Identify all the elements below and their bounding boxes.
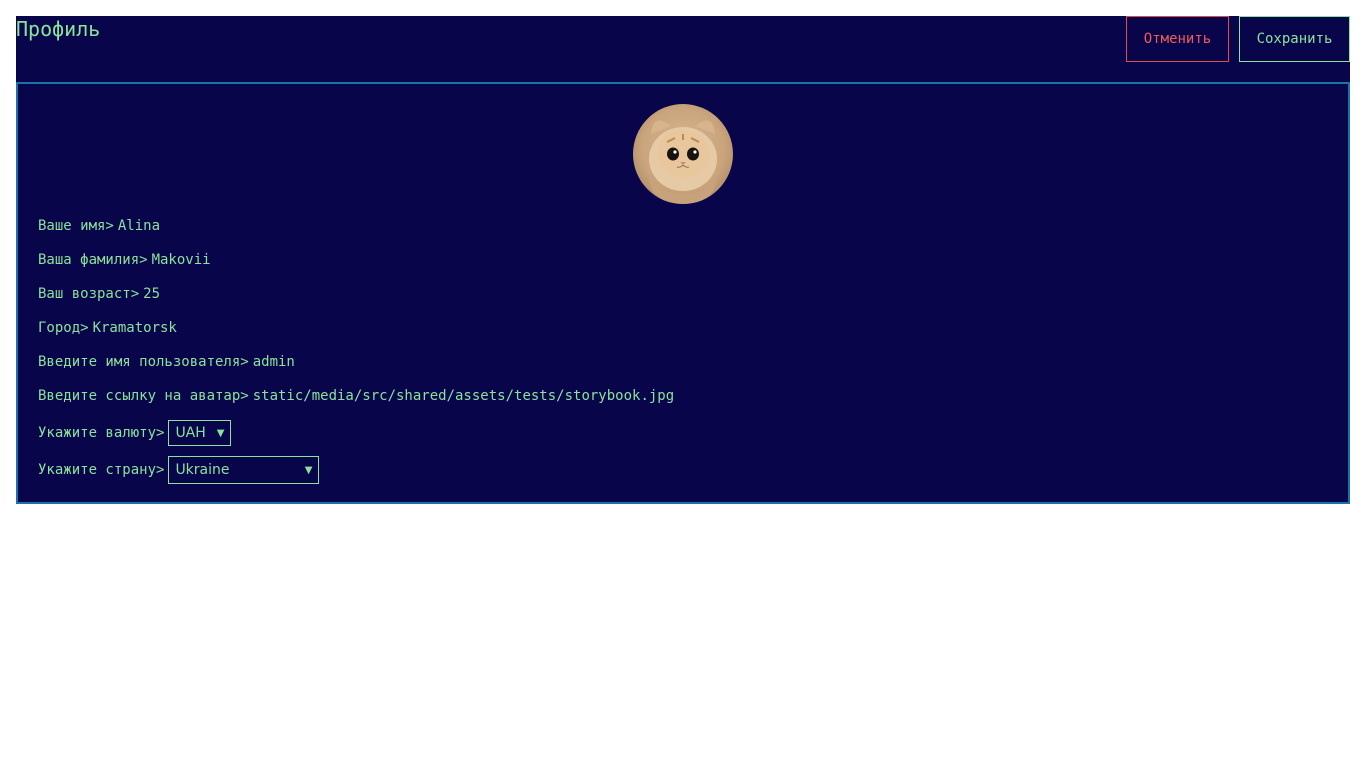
currency-selected: UAH (175, 425, 206, 441)
chevron-down-icon: ▼ (304, 464, 313, 476)
cat-avatar-icon (649, 120, 717, 204)
last-name-input[interactable]: Makovii (152, 252, 211, 268)
username-input[interactable]: admin (253, 354, 295, 370)
country-select[interactable]: Ukraine ▼ (168, 456, 320, 484)
profile-header: Профиль Отменить Сохранить (16, 16, 1350, 82)
field-first-name: Ваше имя> Alina (38, 216, 160, 236)
age-label: Ваш возраст> (38, 286, 140, 302)
page-title: Профиль (16, 17, 101, 41)
username-label: Введите имя пользователя> (38, 354, 249, 370)
country-selected: Ukraine (175, 462, 230, 478)
city-input[interactable]: Kramatorsk (93, 320, 177, 336)
field-avatar-url: Введите ссылку на аватар> static/media/s… (38, 386, 674, 406)
field-country: Укажите страну> Ukraine ▼ (38, 456, 320, 484)
field-username: Введите имя пользователя> admin (38, 352, 295, 372)
field-currency: Укажите валюту> UAH ▼ (38, 420, 232, 446)
chevron-down-icon: ▼ (216, 427, 225, 439)
avatar-url-label: Введите ссылку на аватар> (38, 388, 249, 404)
cancel-button[interactable]: Отменить (1126, 16, 1229, 62)
country-label: Укажите страну> (38, 462, 165, 478)
first-name-input[interactable]: Alina (118, 218, 160, 234)
avatar-url-input[interactable]: static/media/src/shared/assets/tests/sto… (253, 388, 674, 404)
field-last-name: Ваша фамилия> Makovii (38, 250, 211, 270)
save-button[interactable]: Сохранить (1239, 16, 1350, 62)
currency-label: Укажите валюту> (38, 425, 165, 441)
city-label: Город> (38, 320, 89, 336)
field-city: Город> Kramatorsk (38, 318, 177, 338)
profile-card: Ваше имя> Alina Ваша фамилия> Makovii Ва… (16, 82, 1350, 504)
first-name-label: Ваше имя> (38, 218, 114, 234)
avatar (633, 104, 733, 204)
last-name-label: Ваша фамилия> (38, 252, 148, 268)
field-age: Ваш возраст> 25 (38, 284, 160, 304)
age-input[interactable]: 25 (143, 286, 160, 302)
currency-select[interactable]: UAH ▼ (168, 420, 232, 446)
